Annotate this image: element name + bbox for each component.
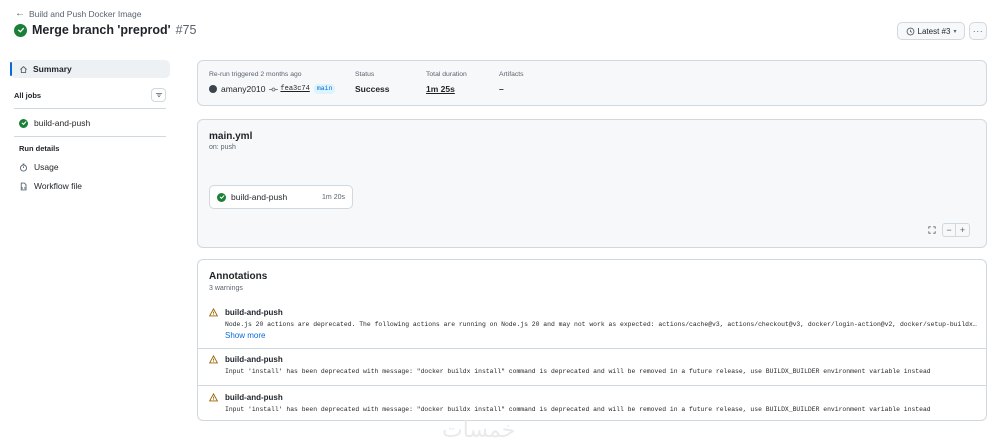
- duration-link[interactable]: 1m 25s: [426, 84, 467, 94]
- annotations-count: 3 warnings: [209, 285, 243, 292]
- status-value: Success: [355, 84, 390, 94]
- annotation-message: Input 'install' has been deprecated with…: [225, 406, 931, 413]
- watermark: خمسات: [442, 418, 516, 443]
- annotation-item: build-and-push Input 'install' has been …: [198, 348, 986, 385]
- annotation-item: build-and-push Input 'install' has been …: [198, 385, 986, 420]
- zoom-group: − +: [942, 223, 970, 237]
- back-link[interactable]: ← Build and Push Docker Image: [15, 8, 142, 20]
- annotation-job[interactable]: build-and-push: [225, 308, 283, 317]
- sidebar: Summary All jobs build-and-push Run deta…: [10, 60, 170, 191]
- success-check-icon: [19, 118, 28, 128]
- history-icon: [906, 27, 914, 35]
- artifacts-label: Artifacts: [499, 71, 524, 78]
- status-label: Status: [355, 71, 375, 78]
- avatar: [209, 85, 217, 93]
- run-number: #75: [175, 23, 197, 37]
- success-check-icon: [14, 23, 27, 37]
- page-title: Merge branch 'preprod': [32, 23, 171, 37]
- artifacts-value: –: [499, 84, 504, 94]
- all-jobs-header: All jobs: [10, 88, 170, 102]
- job-name: build-and-push: [34, 118, 91, 128]
- sidebar-item-summary[interactable]: Summary: [10, 60, 170, 78]
- trigger-info: Re-run triggered 2 months ago amany2010 …: [209, 71, 336, 94]
- artifacts-info: Artifacts –: [499, 71, 524, 94]
- annotation-message: Input 'install' has been deprecated with…: [225, 368, 931, 375]
- zoom-in-button[interactable]: +: [956, 223, 970, 237]
- warning-icon: [209, 308, 218, 317]
- username-link[interactable]: amany2010: [221, 84, 265, 94]
- commit-sha: fea3c74: [280, 85, 310, 93]
- filter-button[interactable]: [151, 88, 166, 102]
- page-title-row: Merge branch 'preprod' #75: [14, 23, 196, 37]
- sidebar-item-workflow-file[interactable]: Workflow file: [10, 181, 170, 191]
- annotation-item: build-and-push Node.js 20 actions are de…: [198, 308, 986, 348]
- home-icon: [20, 65, 27, 73]
- workflow-graph-card: main.yml on: push build-and-push 1m 20s …: [197, 119, 987, 248]
- annotations-header: Annotations 3 warnings: [198, 260, 986, 300]
- annotation-message: Node.js 20 actions are deprecated. The f…: [225, 321, 980, 328]
- run-details-label: Run details: [19, 144, 60, 153]
- trigger-details: amany2010 fea3c74 main: [209, 84, 336, 94]
- commit-link[interactable]: fea3c74: [269, 85, 310, 93]
- minus-icon: −: [946, 224, 952, 235]
- job-node-build-and-push[interactable]: build-and-push 1m 20s: [209, 185, 353, 209]
- annotations-card: Annotations 3 warnings build-and-push No…: [197, 259, 987, 421]
- run-summary-card: Re-run triggered 2 months ago amany2010 …: [197, 60, 987, 106]
- annotations-title: Annotations: [209, 271, 268, 282]
- warning-icon: [209, 355, 218, 364]
- status-info: Status Success: [355, 71, 390, 94]
- success-check-icon: [217, 192, 226, 202]
- workflow-file-name: main.yml: [209, 131, 253, 142]
- sidebar-item-label: Summary: [33, 64, 72, 74]
- kebab-icon: ···: [972, 26, 984, 36]
- workflow-trigger: on: push: [209, 144, 236, 151]
- latest-attempt-label: Latest #3: [917, 26, 951, 36]
- sidebar-item-label: Workflow file: [34, 181, 83, 191]
- duration-info: Total duration 1m 25s: [426, 71, 467, 94]
- sidebar-item-build-and-push[interactable]: build-and-push: [10, 118, 170, 128]
- divider: [14, 136, 166, 137]
- plus-icon: +: [959, 224, 966, 235]
- arrow-left-icon: ←: [15, 8, 25, 19]
- caret-down-icon: ▾: [953, 28, 957, 35]
- branch-badge[interactable]: main: [313, 84, 336, 94]
- trigger-label: Re-run triggered 2 months ago: [209, 71, 302, 78]
- fullscreen-button[interactable]: [925, 223, 939, 237]
- all-jobs-label: All jobs: [14, 90, 42, 100]
- workflow-name: Build and Push Docker Image: [29, 9, 142, 19]
- sidebar-item-label: Usage: [34, 162, 59, 172]
- duration-label: Total duration: [426, 71, 467, 78]
- file-icon: [20, 182, 27, 190]
- latest-attempt-button[interactable]: Latest #3 ▾: [897, 22, 965, 40]
- git-commit-icon: [269, 87, 279, 91]
- zoom-controls: − +: [925, 223, 970, 237]
- job-node-name: build-and-push: [231, 192, 288, 202]
- zoom-out-button[interactable]: −: [942, 223, 956, 237]
- job-node-duration: 1m 20s: [322, 193, 345, 201]
- annotation-job[interactable]: build-and-push: [225, 393, 283, 402]
- more-options-button[interactable]: ···: [969, 22, 987, 40]
- show-more-link[interactable]: Show more: [225, 331, 265, 340]
- divider: [14, 108, 166, 109]
- warning-icon: [209, 393, 218, 402]
- annotation-job[interactable]: build-and-push: [225, 355, 283, 364]
- stopwatch-icon: [19, 163, 28, 172]
- sidebar-item-usage[interactable]: Usage: [10, 162, 170, 172]
- fullscreen-icon: [928, 226, 936, 234]
- filter-icon: [155, 93, 162, 97]
